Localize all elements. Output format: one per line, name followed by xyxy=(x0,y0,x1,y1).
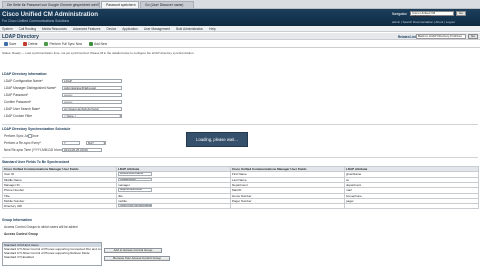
cucm-field: Directory URI xyxy=(2,202,117,209)
delete-button[interactable]: Delete xyxy=(23,42,37,46)
perform-once-checkbox[interactable] xyxy=(28,134,32,138)
save-button[interactable]: Save xyxy=(4,42,16,46)
app-brand: Cisco Unified CM Administration xyxy=(2,11,99,18)
menu-device[interactable]: Device xyxy=(106,27,116,31)
resync-unit-select[interactable]: DAY ▾ xyxy=(86,141,106,145)
full-sync-button[interactable]: Perform Full Sync Now xyxy=(44,42,82,46)
chevron-down-icon: ▾ xyxy=(103,141,105,145)
add-new-label: Add New xyxy=(94,42,108,46)
password-field[interactable]: •••••••• xyxy=(62,93,122,97)
loading-overlay: Loading, please wait... xyxy=(186,132,248,147)
group-column-label: Access Control Group xyxy=(4,232,38,236)
remove-from-group-button[interactable]: Remove from Access Control Group xyxy=(104,256,170,261)
add-to-group-button[interactable]: Add to Access Control Group xyxy=(104,248,162,253)
user-links[interactable]: admin | Search Documentation | About | L… xyxy=(392,20,455,24)
confirm-password-label: Confirm Password* xyxy=(4,100,32,104)
navigation-select[interactable]: Cisco Unified CM Administration xyxy=(410,11,454,18)
ldap-attribute xyxy=(344,202,479,209)
perform-once-label: Perform Sync Just Once xyxy=(4,134,39,138)
navigation-go-button[interactable]: Go xyxy=(456,11,466,16)
resync-every-label: Perform a Re-sync Every* xyxy=(4,141,41,145)
menu-bulk-administration[interactable]: Bulk Administration xyxy=(176,27,203,31)
app-header: Cisco Unified CM Administration For Cisc… xyxy=(0,9,480,26)
section-sync-fields: Standard User Fields To Be Synchronized xyxy=(2,160,70,164)
add-icon xyxy=(89,42,94,46)
ldap-attribute-select[interactable]: middleName xyxy=(118,177,152,181)
resync-interval-field[interactable]: 7 xyxy=(62,141,80,145)
section-group-information: Group Information xyxy=(2,218,32,222)
configuration-name-field[interactable]: LDAP xyxy=(62,79,122,83)
menu-call-routing[interactable]: Call Routing xyxy=(19,27,36,31)
browser-tab-3[interactable]: Go (User Discover name) xyxy=(140,1,194,8)
manager-dn-field[interactable]: Administrator@lab.local xyxy=(62,86,122,90)
save-label: Save xyxy=(9,42,17,46)
resync-unit-value: DAY xyxy=(88,141,94,145)
custom-filter-value: < None > xyxy=(64,114,77,118)
browser-tab-bar: Die Seite für Passwort von Google Chrome… xyxy=(0,0,480,9)
toolbar: Save Delete Perform Full Sync Now Add Ne… xyxy=(0,41,480,48)
sync-icon xyxy=(44,42,49,46)
configuration-name-label: LDAP Configuration Name* xyxy=(4,79,43,83)
password-label: LDAP Password* xyxy=(4,93,29,97)
ldap-attribute-select[interactable]: telephoneNumber xyxy=(118,188,152,192)
section-sync-schedule: LDAP Directory Synchronization Schedule xyxy=(2,127,71,131)
menu-advanced-features[interactable]: Advanced Features xyxy=(73,27,101,31)
menu-application[interactable]: Application xyxy=(122,27,138,31)
group-note: Access Control Groups to which users wil… xyxy=(4,225,78,229)
browser-tab-1[interactable]: Die Seite für Passwort von Google Chrome… xyxy=(2,1,100,8)
ldap-attribute-select[interactable]: msRTCSIP-primaryuseraddress xyxy=(118,203,152,207)
delete-label: Delete xyxy=(28,42,38,46)
menu-media-resources[interactable]: Media Resources xyxy=(42,27,67,31)
status-notice: Status: Ready — Last synchronization tim… xyxy=(2,51,195,55)
page-title-bar: LDAP Directory Related Links: Back to LD… xyxy=(0,33,480,40)
custom-filter-label: LDAP Custom Filter xyxy=(4,114,33,118)
manager-dn-label: LDAP Manager Distinguished Name* xyxy=(4,86,57,90)
save-icon xyxy=(4,42,8,46)
ldap-attribute-cell: msRTCSIP-primaryuseraddress xyxy=(116,202,231,209)
custom-filter-select[interactable]: < None > ▾ xyxy=(62,114,122,118)
search-base-field[interactable]: cn=Users,dc=lab,dc=local xyxy=(62,107,122,111)
next-resync-label: Next Re-sync Time (YYYY-MM-DD hh:mm)* xyxy=(4,148,67,152)
related-links-go-button[interactable]: Go xyxy=(468,34,478,39)
menu-user-management[interactable]: User Management xyxy=(144,27,170,31)
full-sync-label: Perform Full Sync Now xyxy=(49,42,83,46)
divider xyxy=(2,124,478,125)
next-resync-field[interactable]: 2014-06-25 00:00 xyxy=(62,148,102,152)
browser-tab-2[interactable]: Passwort speichern xyxy=(101,1,139,8)
table-row: Directory URI msRTCSIP-primaryuseraddres… xyxy=(2,202,479,209)
menu-system[interactable]: System xyxy=(2,27,13,31)
list-item[interactable]: Standard CTI Enabled xyxy=(3,255,101,259)
app-subtitle: For Cisco Unified Communications Solutio… xyxy=(2,19,70,23)
delete-icon xyxy=(23,42,28,46)
chevron-down-icon: ▾ xyxy=(119,114,121,118)
cucm-field xyxy=(230,202,345,209)
menu-help[interactable]: Help xyxy=(209,27,216,31)
main-menu: System Call Routing Media Resources Adva… xyxy=(0,26,480,32)
search-base-label: LDAP User Search Base* xyxy=(4,107,41,111)
related-links-select[interactable]: Back to LDAP Directory Find/List xyxy=(416,34,466,39)
ldap-attribute-select[interactable]: sAMAccountName xyxy=(118,172,152,176)
section-directory-information: LDAP Directory Information xyxy=(2,72,47,76)
access-control-group-list[interactable]: Standard CCM End Users Standard CTI Allo… xyxy=(2,242,102,266)
page-title: LDAP Directory xyxy=(2,34,39,40)
confirm-password-field[interactable]: •••••••• xyxy=(62,100,122,104)
divider xyxy=(2,157,478,158)
navigation-label: Navigation xyxy=(392,12,408,16)
add-new-button[interactable]: Add New xyxy=(89,42,107,46)
sync-fields-table: Cisco Unified Communications Manager Use… xyxy=(2,166,479,209)
